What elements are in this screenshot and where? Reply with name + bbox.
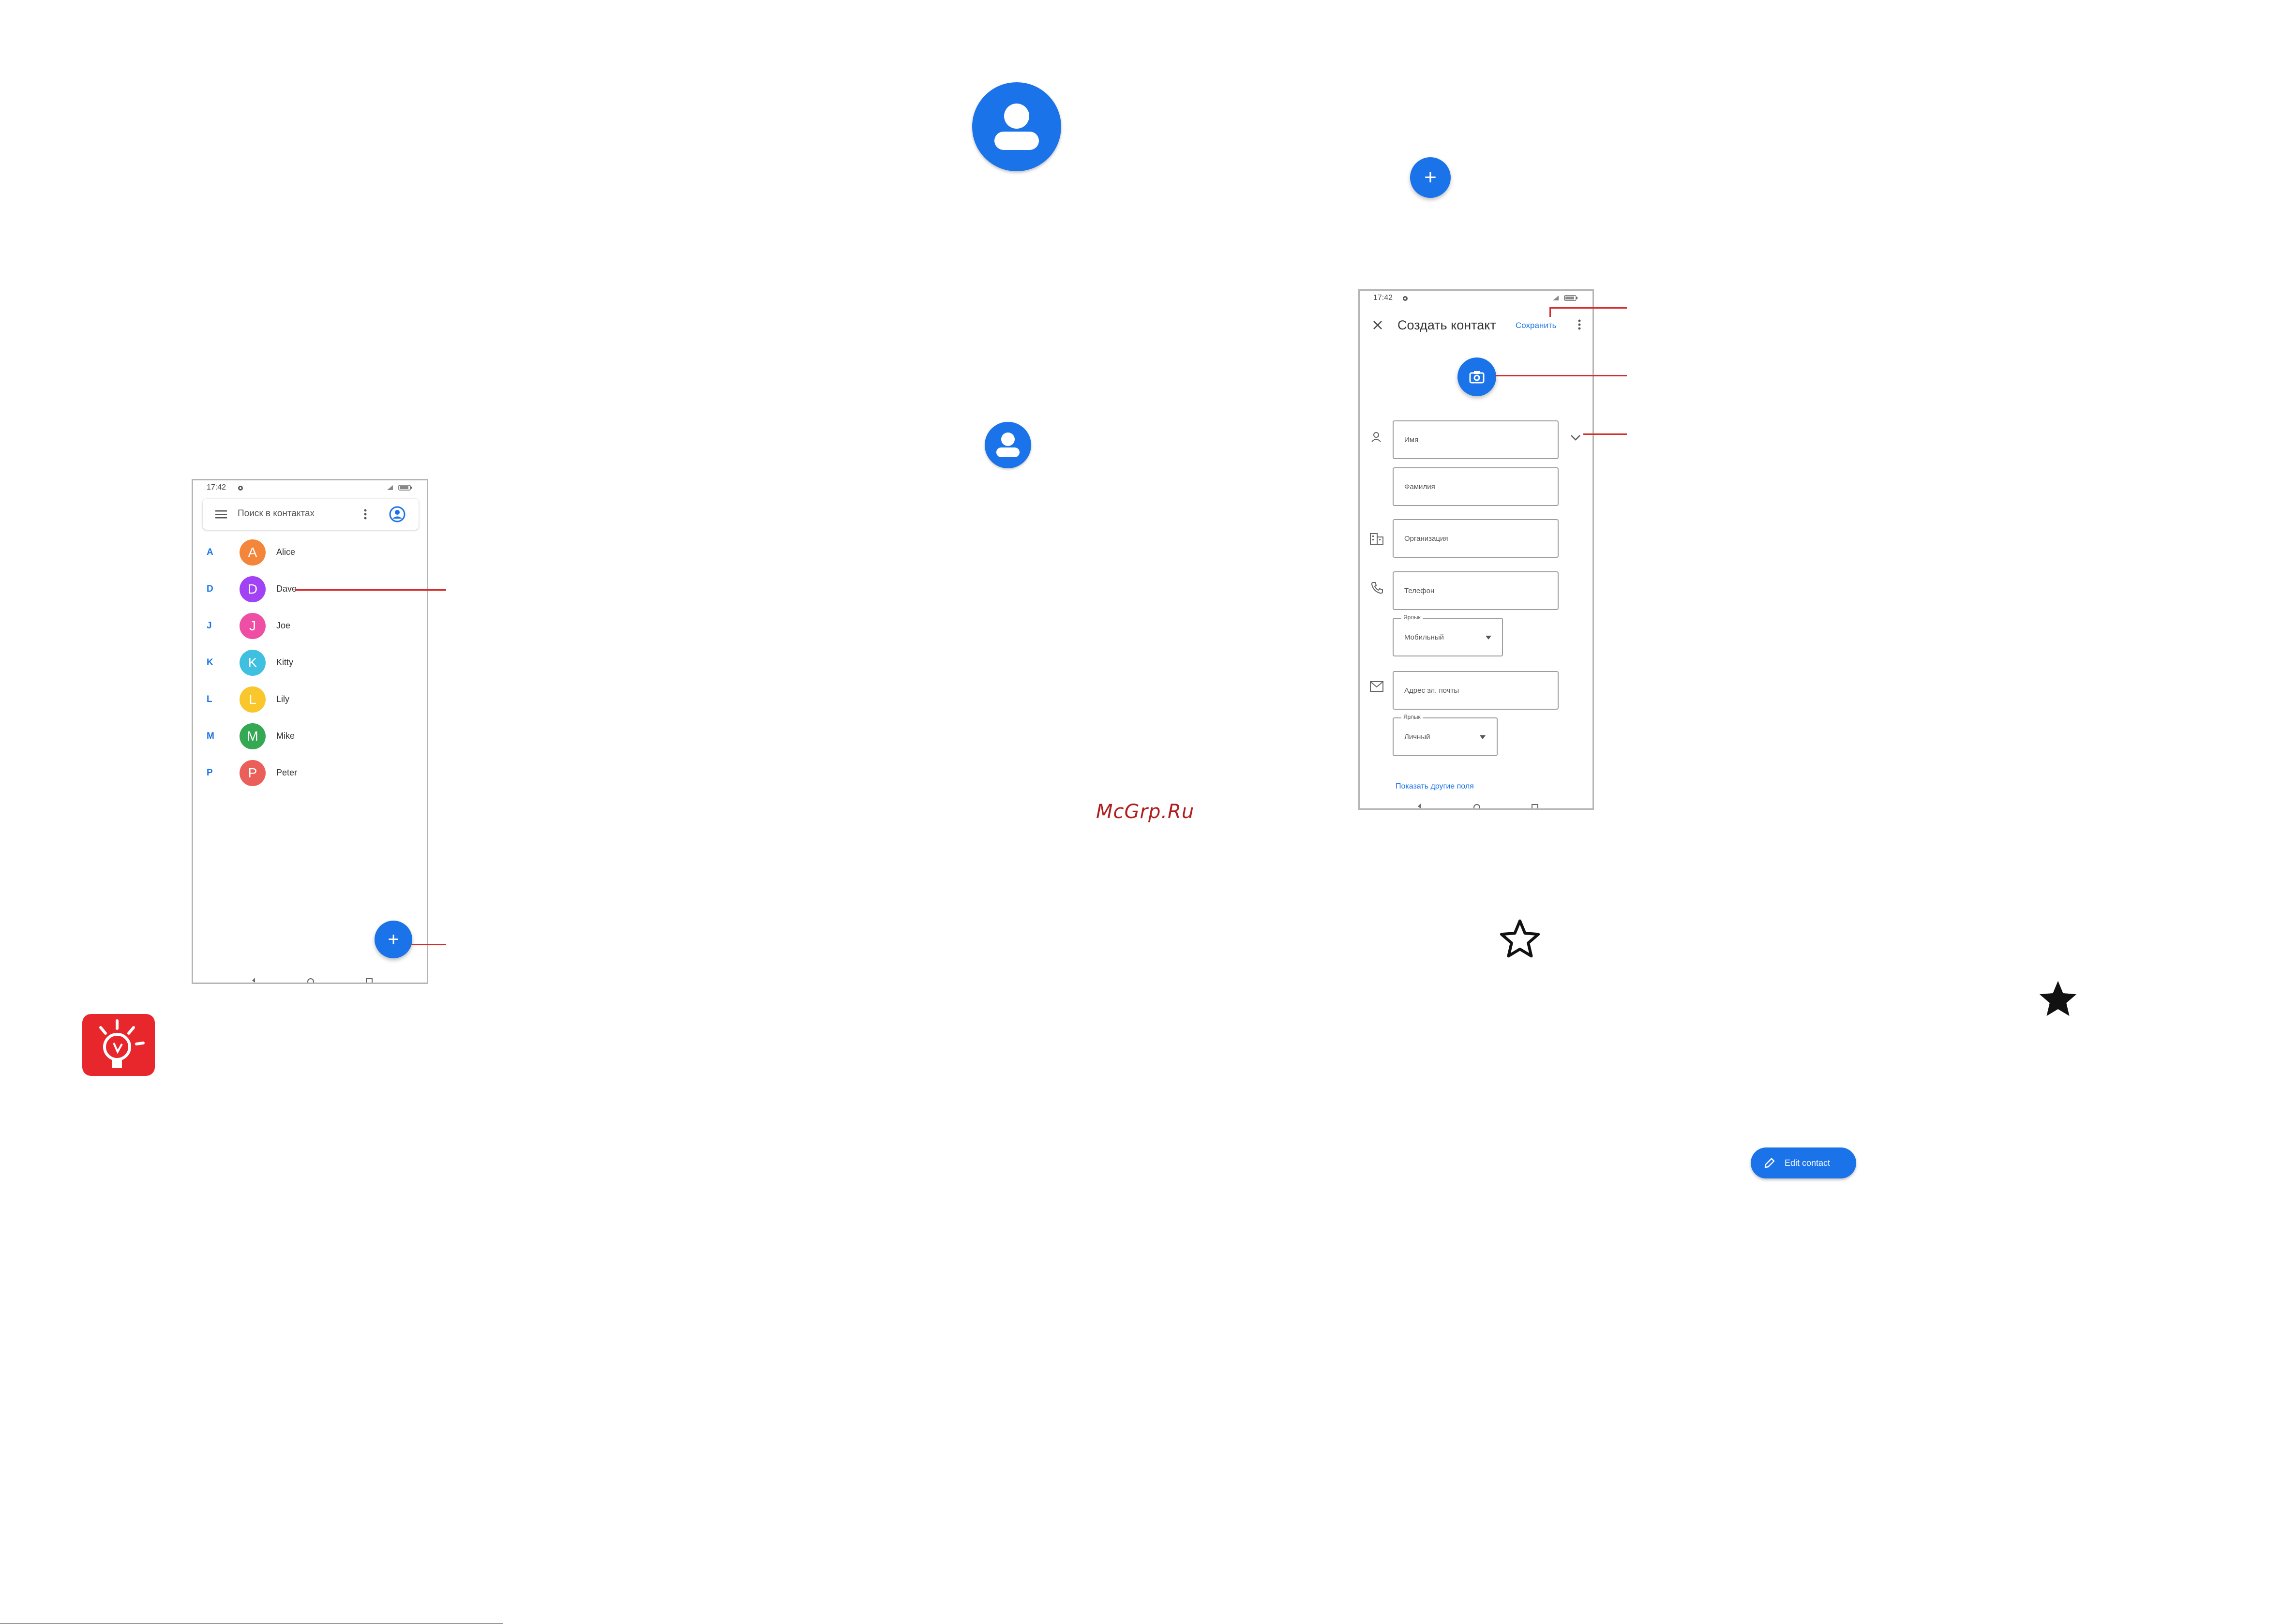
email-label-select[interactable]: Личный — [1393, 717, 1498, 756]
more-vert-icon[interactable] — [1577, 319, 1581, 330]
dropdown-arrow-icon — [1480, 735, 1486, 739]
phone-input[interactable]: Телефон — [1393, 571, 1559, 610]
save-button[interactable]: Сохранить — [1516, 321, 1556, 330]
section-letter: D — [207, 584, 213, 594]
signal-battery-icon — [1552, 295, 1579, 301]
avatar[interactable]: M — [240, 723, 266, 749]
phone-icon — [1371, 582, 1383, 594]
last-name-input[interactable]: Фамилия — [1393, 467, 1559, 506]
section-letter: K — [207, 657, 213, 668]
section-letter: A — [207, 547, 213, 557]
star-filled-icon — [2039, 981, 2077, 1016]
settings-status-icon — [238, 486, 243, 491]
callout-fab-line — [411, 944, 446, 945]
add-contact-icon: + — [1410, 157, 1451, 198]
contact-name[interactable]: Alice — [276, 547, 295, 557]
menu-icon[interactable] — [215, 509, 227, 519]
contacts-list-screenshot: 17:42 Поиск в контактах A A Alice D D Dave J J J… — [192, 479, 428, 984]
account-icon[interactable] — [389, 506, 406, 523]
callout-contact-line — [295, 589, 446, 591]
section-letter: L — [207, 694, 212, 704]
avatar[interactable]: J — [240, 613, 266, 639]
contact-name[interactable]: Dave — [276, 584, 297, 594]
person-icon — [996, 432, 1020, 457]
contacts-app-icon-large — [972, 82, 1061, 171]
contact-name[interactable]: Kitty — [276, 657, 293, 668]
avatar[interactable]: D — [240, 576, 266, 602]
person-outline-icon — [1371, 432, 1381, 442]
star-outline-icon — [1500, 919, 1540, 958]
dropdown-arrow-icon — [1486, 636, 1491, 640]
status-time: 17:42 — [207, 483, 226, 492]
contact-name[interactable]: Lily — [276, 694, 289, 704]
avatar[interactable]: K — [240, 650, 266, 676]
create-contact-screenshot: 17:42 Создать контакт Сохранить Имя Фами… — [1358, 289, 1594, 810]
watermark: McGrp.Ru — [1096, 801, 1195, 823]
show-more-fields-link[interactable]: Показать другие поля — [1396, 782, 1474, 791]
email-icon — [1370, 681, 1383, 692]
phone-label-select[interactable]: Мобильный — [1393, 618, 1503, 656]
business-icon — [1370, 533, 1383, 545]
edit-contact-label: Edit contact — [1785, 1158, 1831, 1168]
first-name-input[interactable]: Имя — [1393, 420, 1559, 459]
signal-battery-icon — [386, 484, 413, 491]
section-letter: J — [207, 621, 212, 631]
navigation-bar — [193, 976, 427, 983]
camera-icon — [1469, 371, 1485, 384]
close-icon[interactable] — [1372, 320, 1383, 330]
more-vert-icon[interactable] — [363, 508, 367, 520]
pencil-icon — [1764, 1158, 1775, 1168]
search-input[interactable]: Поиск в контактах — [238, 508, 315, 519]
callout-save-line — [1549, 307, 1627, 309]
avatar[interactable]: A — [240, 539, 266, 566]
contact-name[interactable]: Mike — [276, 731, 295, 741]
section-letter: M — [207, 731, 214, 741]
company-input[interactable]: Организация — [1393, 519, 1559, 558]
phone-label-value: Мобильный — [1404, 633, 1444, 641]
contact-name[interactable]: Peter — [276, 768, 297, 778]
tip-lightbulb-icon — [82, 1014, 155, 1076]
chevron-down-icon[interactable] — [1570, 434, 1581, 442]
section-letter: P — [207, 768, 213, 778]
page-title: Создать контакт — [1397, 318, 1496, 332]
navigation-bar — [1360, 802, 1592, 808]
email-label-value: Личный — [1404, 732, 1430, 741]
contacts-app-icon-small — [985, 422, 1031, 468]
add-photo-button[interactable] — [1457, 358, 1496, 396]
contact-name[interactable]: Joe — [276, 621, 290, 631]
callout-photo-line — [1495, 375, 1627, 376]
avatar[interactable]: P — [240, 760, 266, 786]
callout-expand-line — [1583, 433, 1627, 435]
status-time: 17:42 — [1373, 294, 1393, 302]
avatar[interactable]: L — [240, 686, 266, 713]
person-icon — [994, 104, 1039, 150]
search-bar[interactable]: Поиск в контактах — [203, 499, 419, 530]
add-contact-fab[interactable]: + — [375, 921, 412, 958]
phone-label-caption: Ярлык — [1401, 614, 1423, 621]
callout-save-vertical — [1549, 307, 1551, 317]
edit-contact-button[interactable]: Edit contact — [1751, 1147, 1856, 1178]
settings-status-icon — [1403, 296, 1408, 301]
email-label-caption: Ярлык — [1401, 714, 1423, 720]
email-input[interactable]: Адрес эл. почты — [1393, 671, 1559, 710]
